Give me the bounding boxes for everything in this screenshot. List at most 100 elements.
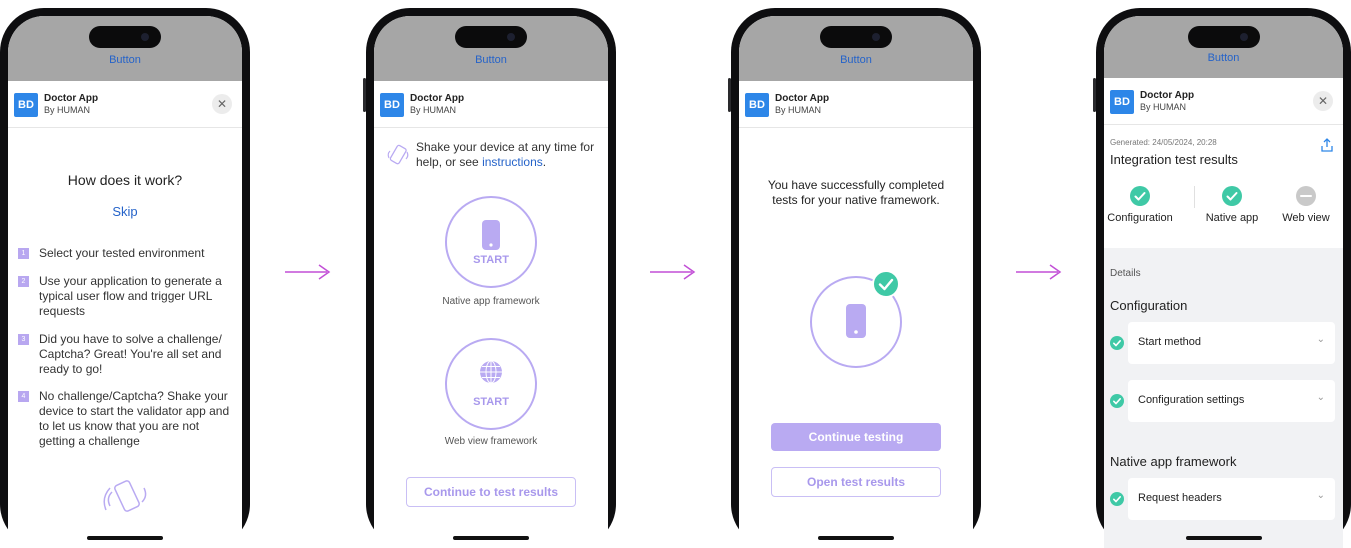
web-start-button[interactable]: START <box>445 338 537 430</box>
step-text: Did you have to solve a challenge/ Captc… <box>39 332 222 376</box>
details-label: Details <box>1110 268 1141 279</box>
top-button[interactable]: Button <box>374 54 608 66</box>
step-number: 3 <box>18 334 29 345</box>
continue-testing-button[interactable]: Continue testing <box>771 423 941 451</box>
dynamic-island <box>455 26 527 48</box>
web-framework-label: Web view framework <box>444 436 538 447</box>
shake-help-text: Shake your device at any time for help, … <box>416 140 606 170</box>
arrow-right-icon <box>1016 264 1062 280</box>
step-text: Select your tested environment <box>39 246 205 260</box>
app-name: Doctor App <box>410 93 465 104</box>
check-circle-icon <box>1110 394 1124 408</box>
dynamic-island <box>89 26 161 48</box>
native-start-button[interactable]: START <box>445 196 537 288</box>
close-icon[interactable]: ✕ <box>212 94 232 114</box>
close-icon[interactable]: ✕ <box>1313 91 1333 111</box>
app-by: By HUMAN <box>775 105 822 115</box>
top-button[interactable]: Button <box>739 54 973 66</box>
start-label: START <box>473 396 509 408</box>
row-label: Configuration settings <box>1138 394 1245 406</box>
tab-label: Web view <box>1282 212 1330 224</box>
app-by: By HUMAN <box>1140 102 1187 112</box>
home-indicator <box>87 536 163 540</box>
app-badge: BD <box>745 93 769 117</box>
instructions-link[interactable]: instructions <box>482 155 543 169</box>
dynamic-island <box>820 26 892 48</box>
app-header: BD Doctor App By HUMAN <box>739 81 973 128</box>
app-header: BD Doctor App By HUMAN <box>374 81 608 128</box>
success-message: You have successfully completed tests fo… <box>767 178 945 207</box>
row-label: Start method <box>1138 336 1201 348</box>
results-title: Integration test results <box>1110 152 1238 167</box>
app-by: By HUMAN <box>410 105 457 115</box>
native-framework-label: Native app framework <box>442 296 540 307</box>
generated-timestamp: Generated: 24/05/2024, 20:28 <box>1110 138 1217 147</box>
app-name: Doctor App <box>1140 90 1195 101</box>
tab-web-view[interactable]: Web view <box>1266 186 1343 224</box>
minus-circle-icon <box>1296 186 1316 206</box>
result-tabs: Configuration Native app Web view <box>1104 186 1343 232</box>
row-label: Request headers <box>1138 492 1222 504</box>
step-1: 1 Select your tested environment <box>18 246 238 261</box>
step-4: 4 No challenge/Captcha? Shake your devic… <box>18 389 238 449</box>
step-text: Use your application to generate a typic… <box>39 274 222 318</box>
app-header: BD Doctor App By HUMAN ✕ <box>1104 78 1343 125</box>
chevron-down-icon: ⌄ <box>1316 490 1325 501</box>
success-check-icon <box>872 270 900 298</box>
start-label: START <box>473 254 509 266</box>
app-badge: BD <box>14 93 38 117</box>
row-start-method[interactable]: Start method ⌄ <box>1128 322 1335 364</box>
arrow-right-icon <box>650 264 696 280</box>
top-button[interactable]: Button <box>1104 52 1343 64</box>
continue-to-results-button[interactable]: Continue to test results <box>406 477 576 507</box>
shake-device-icon <box>103 480 147 512</box>
screen-results: Button BD Doctor App By HUMAN ✕ Generate… <box>1104 16 1343 548</box>
shake-text-end: . <box>542 155 547 169</box>
shake-icon <box>387 144 409 165</box>
check-circle-icon <box>1110 336 1124 350</box>
check-circle-icon <box>1130 186 1150 206</box>
step-number: 4 <box>18 391 29 402</box>
tab-label: Native app <box>1205 212 1259 224</box>
chevron-down-icon: ⌄ <box>1316 392 1325 403</box>
home-indicator <box>453 536 529 540</box>
check-circle-icon <box>1110 492 1124 506</box>
dynamic-island <box>1187 26 1260 48</box>
tab-native-app[interactable]: Native app <box>1192 186 1272 224</box>
phone-success: Button BD Doctor App By HUMAN You have s… <box>728 8 981 548</box>
app-name: Doctor App <box>44 93 99 104</box>
phone-results: Button BD Doctor App By HUMAN ✕ Generate… <box>1093 8 1351 548</box>
section-native-app-framework: Native app framework <box>1110 454 1237 469</box>
phone-onboarding: Button BD Doctor App By HUMAN ✕ How does… <box>0 8 250 548</box>
screen-success: Button BD Doctor App By HUMAN You have s… <box>739 16 973 548</box>
app-header: BD Doctor App By HUMAN ✕ <box>8 81 242 128</box>
tab-label: Configuration <box>1107 212 1173 224</box>
chevron-down-icon: ⌄ <box>1316 334 1325 345</box>
page-title: How does it work? <box>67 172 183 188</box>
check-circle-icon <box>1222 186 1242 206</box>
home-indicator <box>818 536 894 540</box>
row-request-headers[interactable]: Request headers ⌄ <box>1128 478 1335 520</box>
skip-link[interactable]: Skip <box>8 204 242 219</box>
screen-onboarding: Button BD Doctor App By HUMAN ✕ How does… <box>8 16 242 548</box>
phone-icon <box>482 220 500 250</box>
step-3: 3 Did you have to solve a challenge/ Cap… <box>18 332 238 377</box>
open-test-results-button[interactable]: Open test results <box>771 467 941 497</box>
share-icon[interactable] <box>1321 138 1333 152</box>
step-number: 2 <box>18 276 29 287</box>
app-badge: BD <box>1110 90 1134 114</box>
app-name: Doctor App <box>775 93 830 104</box>
home-indicator <box>1185 536 1262 540</box>
app-by: By HUMAN <box>44 105 91 115</box>
step-number: 1 <box>18 248 29 259</box>
app-badge: BD <box>380 93 404 117</box>
phone-frameworks: Button BD Doctor App By HUMAN Shake your… <box>363 8 616 548</box>
globe-icon <box>480 360 502 384</box>
section-configuration: Configuration <box>1110 298 1188 313</box>
top-button[interactable]: Button <box>8 54 242 66</box>
step-text: No challenge/Captcha? Shake your device … <box>39 389 230 448</box>
screen-frameworks: Button BD Doctor App By HUMAN Shake your… <box>374 16 608 548</box>
tab-configuration[interactable]: Configuration <box>1104 186 1180 224</box>
arrow-right-icon <box>285 264 331 280</box>
row-configuration-settings[interactable]: Configuration settings ⌄ <box>1128 380 1335 422</box>
